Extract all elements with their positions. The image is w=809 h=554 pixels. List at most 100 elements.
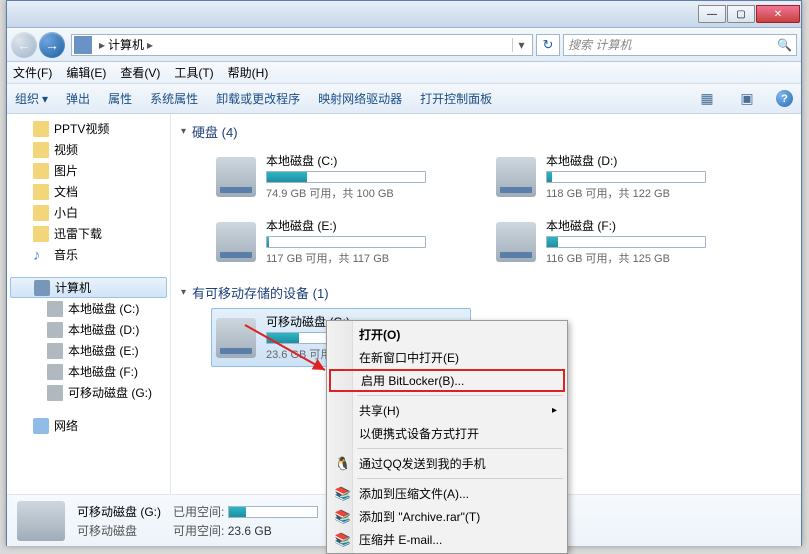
network-icon [33, 418, 49, 434]
ctx-add-archive[interactable]: 📚添加到压缩文件(A)... [329, 482, 565, 505]
nav-bar: ← → ▸ 计算机 ▸ ▾ ↻ 搜索 计算机 🔍 [7, 28, 801, 62]
separator [357, 395, 563, 396]
separator [357, 478, 563, 479]
details-name: 可移动磁盘 (G:) [77, 503, 161, 520]
back-button[interactable]: ← [11, 32, 37, 58]
drive-icon [47, 385, 63, 401]
drive-icon [47, 322, 63, 338]
search-placeholder: 搜索 计算机 [568, 36, 631, 53]
search-input[interactable]: 搜索 计算机 🔍 [563, 34, 797, 56]
sidebar-item-drive-g[interactable]: 可移动磁盘 (G:) [7, 382, 170, 403]
menu-view[interactable]: 查看(V) [120, 64, 160, 81]
removable-drive-icon [17, 501, 65, 541]
drive-e[interactable]: 本地磁盘 (E:) 117 GB 可用，共 117 GB [211, 212, 471, 271]
menu-edit[interactable]: 编辑(E) [66, 64, 106, 81]
archive-icon: 📚 [335, 509, 351, 525]
drive-stat: 117 GB 可用，共 117 GB [266, 250, 466, 266]
drive-icon [496, 157, 536, 197]
drive-label: 本地磁盘 (F:) [546, 217, 746, 234]
control-panel-button[interactable]: 打开控制面板 [420, 90, 492, 107]
eject-button[interactable]: 弹出 [66, 90, 90, 107]
ctx-portable-open[interactable]: 以便携式设备方式打开 [329, 422, 565, 445]
sidebar-item-pictures[interactable]: 图片 [7, 160, 170, 181]
separator [357, 448, 563, 449]
sidebar-item-videos[interactable]: 视频 [7, 139, 170, 160]
collapse-icon: ▾ [181, 287, 186, 298]
view-mode-button[interactable]: ▦ [696, 88, 718, 110]
drive-d[interactable]: 本地磁盘 (D:) 118 GB 可用，共 122 GB [491, 147, 751, 206]
separator-icon: ▸ [99, 38, 105, 52]
ctx-share[interactable]: 共享(H)▸ [329, 399, 565, 422]
map-drive-button[interactable]: 映射网络驱动器 [318, 90, 402, 107]
drive-icon [216, 222, 256, 262]
menu-file[interactable]: 文件(F) [13, 64, 52, 81]
help-icon[interactable]: ? [776, 90, 793, 107]
address-bar[interactable]: ▸ 计算机 ▸ ▾ [71, 34, 533, 56]
ctx-open-new-window[interactable]: 在新窗口中打开(E) [329, 346, 565, 369]
qq-icon: 🐧 [335, 456, 351, 472]
submenu-arrow-icon: ▸ [552, 405, 557, 416]
ctx-add-to-rar[interactable]: 📚添加到 "Archive.rar"(T) [329, 505, 565, 528]
free-space-label: 可用空间: [173, 524, 224, 538]
sidebar-item-drive-c[interactable]: 本地磁盘 (C:) [7, 298, 170, 319]
collapse-icon: ▾ [181, 126, 186, 137]
usage-bar [228, 506, 318, 518]
ctx-open[interactable]: 打开(O) [329, 323, 565, 346]
ctx-qq-send[interactable]: 🐧通过QQ发送到我的手机 [329, 452, 565, 475]
drive-icon [216, 157, 256, 197]
ctx-compress-email[interactable]: 📚压缩并 E-mail... [329, 528, 565, 551]
menu-bar: 文件(F) 编辑(E) 查看(V) 工具(T) 帮助(H) [7, 62, 801, 84]
properties-button[interactable]: 属性 [108, 90, 132, 107]
minimize-button[interactable]: — [698, 5, 726, 23]
forward-button[interactable]: → [39, 32, 65, 58]
drive-icon [496, 222, 536, 262]
menu-tools[interactable]: 工具(T) [174, 64, 213, 81]
refresh-button[interactable]: ↻ [536, 34, 560, 56]
organize-button[interactable]: 组织 ▾ [15, 90, 48, 107]
context-menu: 打开(O) 在新窗口中打开(E) 启用 BitLocker(B)... 共享(H… [326, 320, 568, 554]
system-properties-button[interactable]: 系统属性 [150, 90, 198, 107]
sidebar-item-drive-d[interactable]: 本地磁盘 (D:) [7, 319, 170, 340]
sidebar-item-pptv[interactable]: PPTV视频 [7, 118, 170, 139]
sidebar-item-network[interactable]: 网络 [7, 415, 170, 436]
drive-label: 本地磁盘 (D:) [546, 152, 746, 169]
ctx-enable-bitlocker[interactable]: 启用 BitLocker(B)... [329, 369, 565, 392]
sidebar-item-thunder[interactable]: 迅雷下载 [7, 223, 170, 244]
sidebar-item-documents[interactable]: 文档 [7, 181, 170, 202]
breadcrumb-computer[interactable]: 计算机 [108, 36, 144, 53]
group-header-hdd[interactable]: ▾硬盘 (4) [181, 118, 791, 147]
sidebar-item-computer[interactable]: 计算机 [10, 277, 167, 298]
drive-label: 本地磁盘 (C:) [266, 152, 466, 169]
video-icon [33, 142, 49, 158]
search-icon: 🔍 [777, 38, 792, 52]
preview-pane-button[interactable]: ▣ [736, 88, 758, 110]
folder-icon [33, 205, 49, 221]
address-dropdown[interactable]: ▾ [512, 38, 530, 52]
menu-help[interactable]: 帮助(H) [228, 64, 269, 81]
sidebar-item-drive-f[interactable]: 本地磁盘 (F:) [7, 361, 170, 382]
free-space-value: 23.6 GB [228, 524, 272, 538]
details-type: 可移动磁盘 [77, 522, 161, 539]
folder-icon [33, 226, 49, 242]
music-icon: ♪ [33, 247, 49, 263]
maximize-button[interactable]: ▢ [727, 5, 755, 23]
document-icon [33, 184, 49, 200]
drive-c[interactable]: 本地磁盘 (C:) 74.9 GB 可用，共 100 GB [211, 147, 471, 206]
group-header-removable[interactable]: ▾有可移动存储的设备 (1) [181, 279, 791, 308]
drive-icon [47, 343, 63, 359]
sidebar-item-drive-e[interactable]: 本地磁盘 (E:) [7, 340, 170, 361]
drive-stat: 116 GB 可用，共 125 GB [546, 250, 746, 266]
archive-icon: 📚 [335, 532, 351, 548]
drive-stat: 74.9 GB 可用，共 100 GB [266, 185, 466, 201]
sidebar-item-xiaobai[interactable]: 小白 [7, 202, 170, 223]
used-space-label: 已用空间: [173, 505, 224, 519]
computer-icon [34, 280, 50, 296]
usage-bar [546, 171, 706, 183]
drive-icon [47, 301, 63, 317]
close-button[interactable]: ✕ [756, 5, 800, 23]
folder-icon [33, 121, 49, 137]
uninstall-button[interactable]: 卸载或更改程序 [216, 90, 300, 107]
drive-f[interactable]: 本地磁盘 (F:) 116 GB 可用，共 125 GB [491, 212, 751, 271]
sidebar-item-music[interactable]: ♪音乐 [7, 244, 170, 265]
usage-bar [266, 171, 426, 183]
